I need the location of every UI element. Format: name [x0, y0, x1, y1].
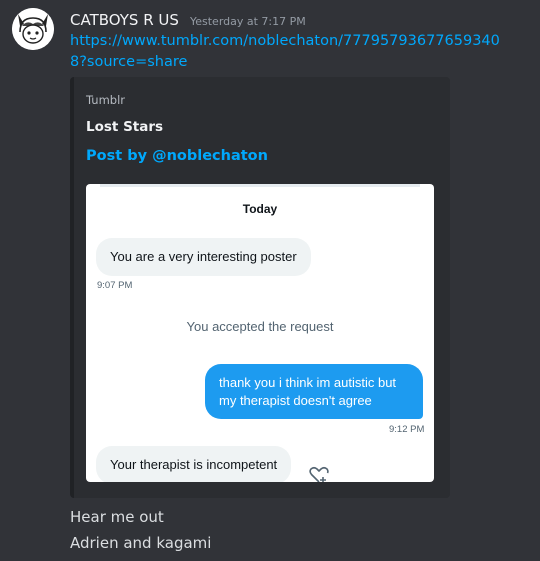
catboy-avatar-icon: [12, 8, 54, 50]
message-header: CATBOYS R US Yesterday at 7:17 PM: [70, 10, 306, 29]
avatar[interactable]: [12, 8, 54, 50]
dm-received-bubble: Your therapist is incompetent: [96, 446, 292, 482]
embed-provider: Tumblr: [86, 93, 125, 107]
username[interactable]: CATBOYS R US: [70, 11, 179, 29]
message-timestamp: Yesterday at 7:17 PM: [189, 15, 306, 28]
divider: [100, 184, 420, 187]
embed-title: Lost Stars: [86, 119, 164, 135]
message-text: Adrien and kagami: [70, 534, 212, 552]
dm-sent-bubble: thank you i think im autistic but my the…: [205, 364, 423, 419]
dm-time: 9:12 PM: [389, 424, 425, 435]
link-embed: Tumblr Lost Stars Post by @noblechaton T…: [70, 77, 450, 498]
message-text: Hear me out: [70, 508, 164, 526]
dm-day-label: Today: [242, 202, 278, 216]
message-link[interactable]: https://www.tumblr.com/noblechaton/77795…: [70, 31, 510, 73]
dm-received-bubble: You are a very interesting poster: [96, 238, 311, 276]
dm-time: 9:07 PM: [97, 280, 133, 291]
embed-image[interactable]: Today You are a very interesting poster …: [86, 184, 434, 482]
dm-system-message: You accepted the request: [186, 319, 334, 334]
heart-plus-icon: [309, 466, 329, 482]
embed-author-link[interactable]: Post by @noblechaton: [86, 148, 268, 164]
